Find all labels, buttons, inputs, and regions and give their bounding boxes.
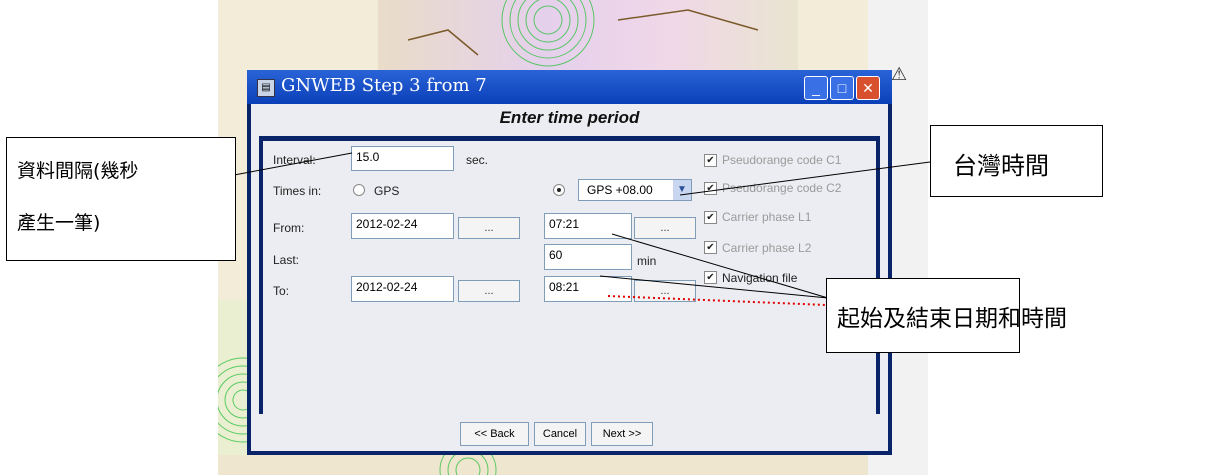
timezone-callout-text: 台灣時間 (953, 152, 1049, 180)
interval-callout: 資料間隔(幾秒 產生一筆) (6, 137, 236, 261)
interval-callout-line2: 產生一筆) (17, 212, 101, 234)
timezone-callout: 台灣時間 (930, 125, 1103, 197)
interval-callout-line1: 資料間隔(幾秒 (17, 160, 139, 182)
datetime-callout-text: 起始及結束日期和時間 (837, 306, 1067, 332)
datetime-callout: 起始及結束日期和時間 (826, 278, 1067, 353)
